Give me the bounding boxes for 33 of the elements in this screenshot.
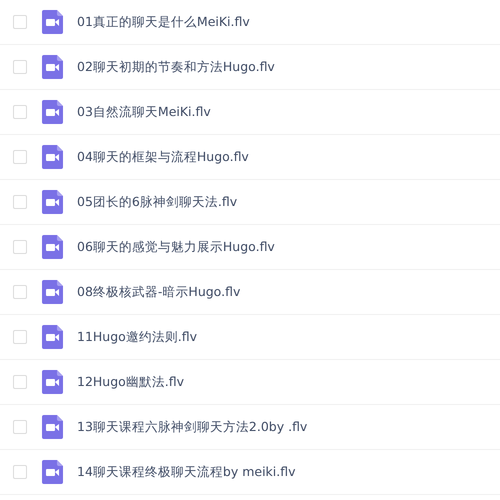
video-file-icon (42, 145, 63, 169)
checkbox[interactable] (13, 195, 27, 209)
checkbox[interactable] (13, 150, 27, 164)
video-file-icon (42, 235, 63, 259)
checkbox[interactable] (13, 105, 27, 119)
video-file-icon (42, 10, 63, 34)
video-file-icon (42, 415, 63, 439)
video-file-icon (42, 460, 63, 484)
file-name[interactable]: 11Hugo邀约法则.flv (77, 328, 198, 346)
checkbox[interactable] (13, 285, 27, 299)
video-file-icon (42, 280, 63, 304)
file-name[interactable]: 13聊天课程六脉神剑聊天方法2.0by .flv (77, 418, 308, 436)
file-name[interactable]: 04聊天的框架与流程Hugo.flv (77, 148, 249, 166)
video-file-icon (42, 325, 63, 349)
video-file-icon (42, 55, 63, 79)
file-name[interactable]: 14聊天课程终极聊天流程by meiki.flv (77, 462, 296, 482)
checkbox[interactable] (13, 465, 27, 479)
checkbox[interactable] (13, 15, 27, 29)
file-name[interactable]: 12Hugo幽默法.flv (77, 372, 184, 392)
checkbox[interactable] (13, 375, 27, 389)
file-name[interactable]: 03自然流聊天MeiKi.flv (77, 102, 211, 122)
file-name[interactable]: 01真正的聊天是什么MeiKi.flv (77, 12, 250, 32)
file-name[interactable]: 06聊天的感觉与魅力展示Hugo.flv (77, 238, 275, 256)
file-name[interactable]: 02聊天初期的节奏和方法Hugo.flv (77, 58, 275, 76)
checkbox[interactable] (13, 420, 27, 434)
video-file-icon (42, 100, 63, 124)
checkbox[interactable] (13, 60, 27, 74)
checkbox[interactable] (13, 240, 27, 254)
video-file-icon (42, 190, 63, 214)
video-file-icon (42, 370, 63, 394)
checkbox[interactable] (13, 330, 27, 344)
file-name[interactable]: 08终极核武器-暗示Hugo.flv (77, 282, 240, 302)
file-name[interactable]: 05团长的6脉神剑聊天法.flv (77, 192, 238, 212)
